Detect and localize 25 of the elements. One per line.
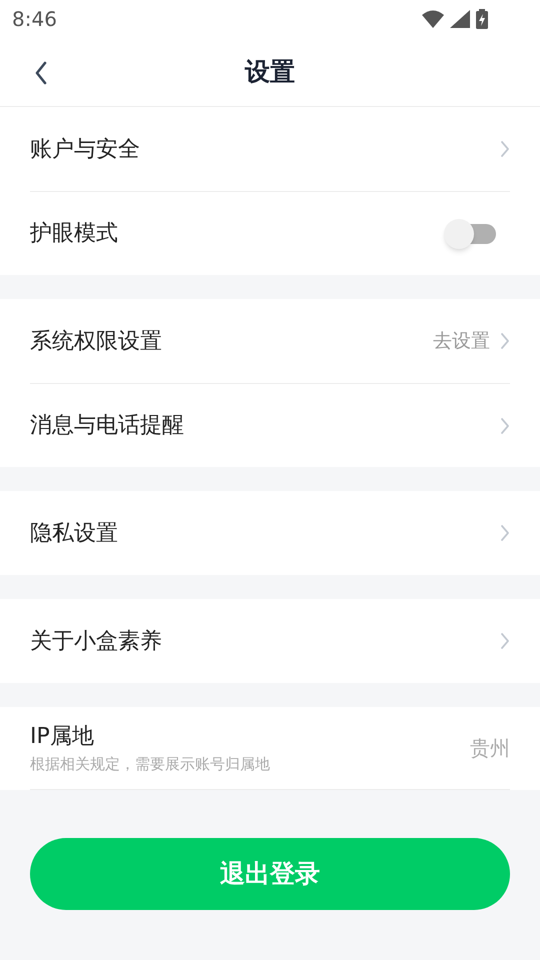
back-icon [34, 61, 48, 85]
chevron-right-icon [500, 524, 510, 542]
setting-label: 护眼模式 [30, 220, 118, 248]
setting-label: 账户与安全 [30, 136, 140, 164]
chevron-right-icon [500, 332, 510, 350]
setting-value: 去设置 [433, 328, 490, 354]
page-title: 设置 [245, 56, 295, 88]
setting-label: 消息与电话提醒 [30, 412, 184, 440]
settings-row[interactable]: 账户与安全 [30, 107, 510, 191]
setting-label: 关于小盒素养 [30, 628, 162, 656]
chevron-right-icon [500, 632, 510, 650]
chevron-right-icon [500, 416, 510, 434]
toggle-switch[interactable] [444, 218, 496, 248]
settings-row[interactable]: 消息与电话提醒 [30, 383, 510, 467]
settings-row[interactable]: 系统权限设置 去设置 [30, 299, 510, 383]
battery-icon [476, 9, 488, 29]
setting-value: 贵州 [470, 735, 510, 762]
signal-icon [450, 10, 470, 28]
wifi-icon [422, 10, 444, 28]
setting-label: 隐私设置 [30, 520, 118, 548]
setting-label: 系统权限设置 [30, 328, 162, 356]
setting-label: IP属地 [30, 723, 95, 752]
chevron-right-icon [500, 140, 510, 158]
status-time: 8:46 [12, 6, 57, 33]
setting-hint: 根据相关规定，需要展示账号归属地 [30, 754, 270, 776]
